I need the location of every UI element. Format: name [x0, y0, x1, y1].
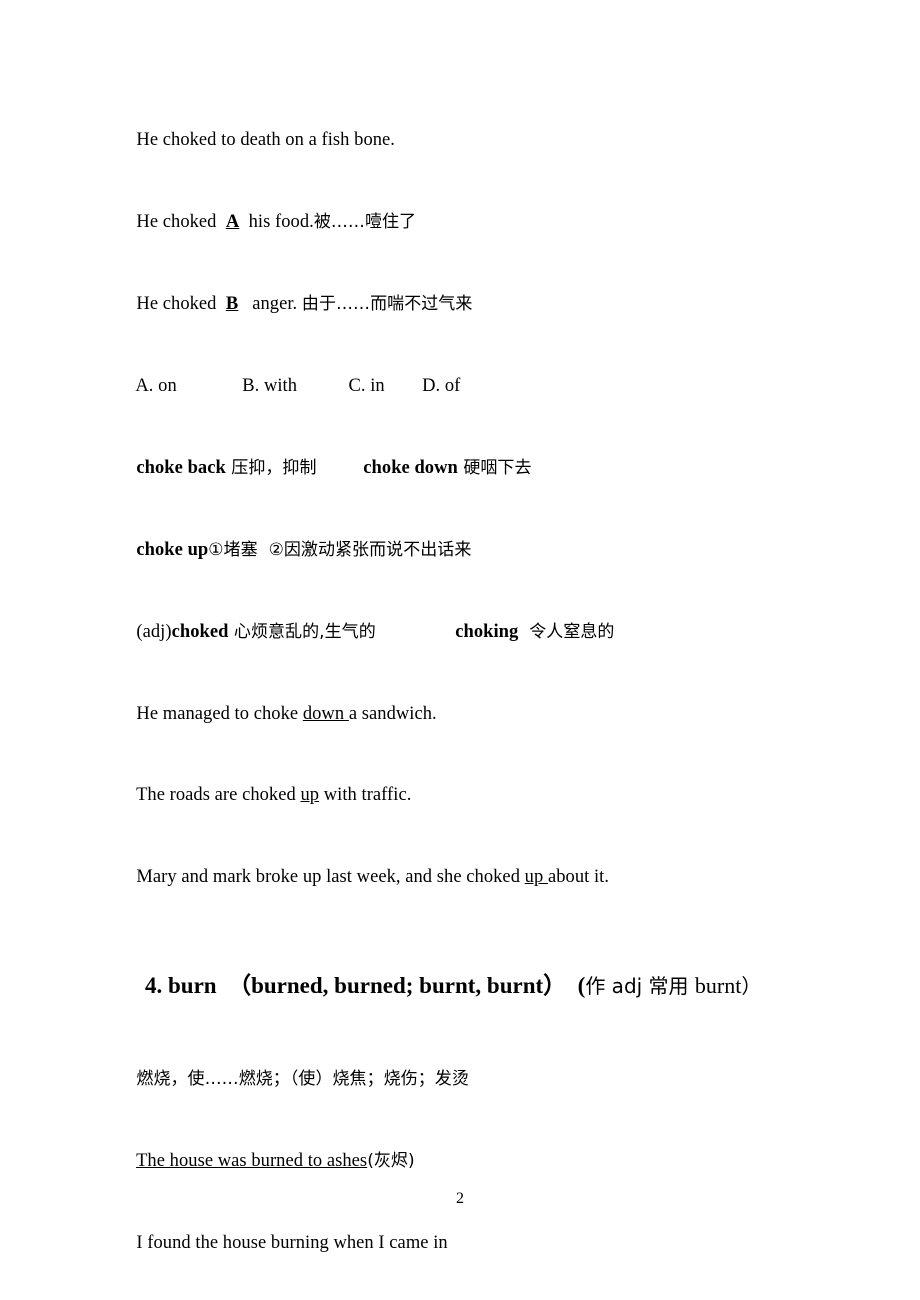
sentence-prefix: Mary and mark broke up last week, and sh… — [136, 867, 525, 888]
sentence: I found the house burning when I came in — [136, 1232, 448, 1253]
text-line: He choked A his food.被……噎住了 — [99, 182, 839, 264]
chinese-gloss: 由于……而喘不过气来 — [301, 294, 473, 315]
sentence-suffix: anger. — [238, 294, 302, 315]
sentence-suffix: a sandwich. — [348, 703, 437, 724]
options-text: A. on B. with C. in D. of — [135, 375, 461, 396]
phrase-term: choke down — [363, 457, 458, 478]
text-line: Mary and mark broke up last week, and sh… — [99, 837, 839, 919]
chinese-gloss: (灰烬) — [367, 1151, 415, 1172]
underlined-phrase: down — [302, 703, 349, 724]
sentence-suffix: about it. — [547, 867, 610, 888]
chinese-gloss: 压抑，抑制 — [225, 457, 317, 478]
note-close-paren: ） — [741, 973, 762, 998]
page-number: 2 — [456, 1190, 464, 1207]
text-line: He choked to death on a fish bone. — [99, 100, 839, 182]
sentence-suffix: with traffic. — [319, 785, 412, 806]
text-line: Do you smell something burning in the ki… — [99, 1285, 839, 1300]
options-line: A. on B. with C. in D. of — [99, 346, 839, 428]
answer-blank: B — [225, 294, 239, 315]
text-line: He managed to choke down a sandwich. — [99, 673, 839, 755]
text-line: He choked B anger. 由于……而喘不过气来 — [99, 264, 839, 346]
sentence-prefix: He managed to choke — [136, 703, 303, 724]
chinese-gloss: 令人窒息的 — [518, 621, 615, 642]
definition-line: 燃烧，使……燃烧；（使）烧焦；烧伤；发烫 — [99, 1039, 839, 1121]
document-page: He choked to death on a fish bone. He ch… — [0, 0, 920, 1300]
note-chinese: 作 adj 常用 — [585, 973, 695, 998]
underlined-phrase: up — [300, 785, 320, 806]
document-body: He choked to death on a fish bone. He ch… — [99, 100, 839, 1300]
underlined-sentence: The house was burned to ashes — [136, 1151, 368, 1172]
phrase-line: choke up①堵塞 ②因激动紧张而说不出话来 — [99, 509, 839, 591]
entry-heading-burn: 4. burn （burned, burned; burnt, burnt） (… — [99, 941, 839, 1031]
pos-label: (adj) — [136, 621, 172, 642]
chinese-definition: 燃烧，使……燃烧；（使）烧焦；烧伤；发烫 — [136, 1069, 469, 1090]
entry-choke: He choked to death on a fish bone. He ch… — [99, 100, 839, 919]
sentence-suffix: his food. — [239, 212, 314, 233]
text-line: The roads are choked up with traffic. — [99, 755, 839, 837]
phrase-term: choke up — [136, 539, 209, 560]
sentence-prefix: He choked — [136, 294, 226, 315]
chinese-gloss: 硬咽下去 — [457, 457, 532, 478]
sentence-prefix: He choked — [136, 212, 226, 233]
note-english: burnt — [694, 972, 742, 998]
chinese-gloss: 心烦意乱的,生气的 — [228, 621, 376, 642]
entry-burn: 4. burn （burned, burned; burnt, burnt） (… — [99, 941, 839, 1300]
sentence: He choked to death on a fish bone. — [136, 130, 395, 151]
phrase-line: choke back 压抑，抑制 choke down 硬咽下去 — [99, 428, 839, 510]
phrase-line: (adj)choked 心烦意乱的,生气的 choking 令人窒息的 — [99, 591, 839, 673]
sentence-prefix: The roads are choked — [136, 785, 301, 806]
entry-number-word: 4. burn — [145, 972, 217, 998]
text-line: I found the house burning when I came in — [99, 1203, 839, 1285]
verb-forms: （burned, burned; burnt, burnt） — [216, 972, 567, 998]
answer-blank: A — [225, 212, 240, 233]
underlined-phrase: up — [524, 867, 548, 888]
chinese-gloss: 被……噎住了 — [313, 212, 417, 233]
note-open-paren: ( — [566, 972, 586, 998]
chinese-gloss: ①堵塞 ②因激动紧张而说不出话来 — [208, 539, 472, 560]
phrase-term: choking — [455, 621, 519, 642]
phrase-term: choke back — [136, 457, 226, 478]
phrase-term: choked — [171, 621, 229, 642]
